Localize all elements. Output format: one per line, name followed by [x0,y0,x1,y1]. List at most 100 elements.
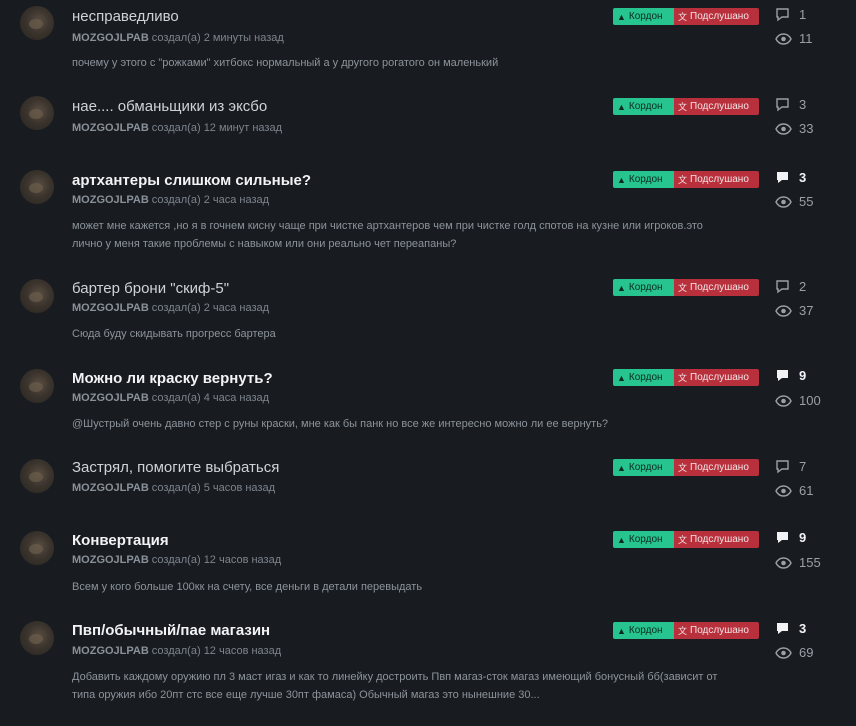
tag-kordon[interactable]: ▲ Кордон [613,171,674,188]
reply-count: 7 [775,459,806,474]
translate-icon: 文 [678,175,688,185]
timestamp: 2 минуты назад [203,32,284,44]
tag-kordon[interactable]: ▲ Кордон [613,459,674,476]
created-label: создал(а) [151,194,201,206]
created-label: создал(а) [151,32,201,44]
tag-label: Кордон [628,534,663,545]
topic-title[interactable]: Конвертация [72,532,169,549]
eye-icon [775,304,793,317]
tag-podslushano[interactable]: 文 Подслушано [674,531,759,548]
author-link[interactable]: MOZGOJLPAB [72,32,149,44]
reply-count-value: 9 [799,530,807,545]
tag-label: Подслушано [690,625,749,636]
tag-podslushano[interactable]: 文 Подслушано [674,622,759,639]
tag-label: Подслушано [690,534,749,545]
translate-icon: 文 [678,12,688,22]
avatar[interactable] [20,170,54,204]
tag-podslushano[interactable]: 文 Подслушано [674,8,759,25]
reply-count: 2 [775,279,806,294]
turtle-icon: ▲ [617,11,626,22]
tag-label: Кордон [628,282,663,293]
timestamp: 2 часа назад [203,302,270,314]
view-count: 37 [775,303,813,318]
avatar[interactable] [20,96,54,130]
tag-podslushano[interactable]: 文 Подслушано [674,98,759,115]
reply-count-value: 9 [799,368,807,383]
translate-icon: 文 [678,283,688,293]
tag-podslushano[interactable]: 文 Подслушано [674,369,759,386]
avatar[interactable] [20,531,54,565]
author-link[interactable]: MOZGOJLPAB [72,392,149,404]
tag-kordon[interactable]: ▲ Кордон [613,622,674,639]
speech-bubble-icon [775,459,793,474]
timestamp: 5 часов назад [203,482,275,494]
tag-label: Подслушано [690,174,749,185]
speech-bubble-icon [775,171,793,185]
turtle-icon: ▲ [617,534,626,545]
speech-bubble-icon [775,279,793,294]
topic-meta: MOZGOJLPAB создал(а) 12 минут назад [72,122,282,134]
timestamp: 4 часа назад [203,392,270,404]
topic-excerpt: может мне кажется ,но я в гочнем кисну ч… [72,220,703,250]
translate-icon: 文 [678,535,688,545]
tag-label: Кордон [628,625,663,636]
tag-group: ▲ Кордон 文 Подслушано [613,8,759,25]
tag-kordon[interactable]: ▲ Кордон [613,8,674,25]
author-link[interactable]: MOZGOJLPAB [72,482,149,494]
created-label: создал(а) [151,392,201,404]
tag-podslushano[interactable]: 文 Подслушано [674,171,759,188]
speech-bubble-icon [775,622,793,636]
translate-icon: 文 [678,102,688,112]
tag-kordon[interactable]: ▲ Кордон [613,369,674,386]
tag-kordon[interactable]: ▲ Кордон [613,279,674,296]
topic-meta: MOZGOJLPAB создал(а) 12 часов назад [72,645,281,657]
view-count-value: 155 [799,555,821,570]
tag-kordon[interactable]: ▲ Кордон [613,98,674,115]
turtle-icon: ▲ [617,372,626,383]
timestamp: 12 часов назад [203,554,282,566]
author-link[interactable]: MOZGOJLPAB [72,122,149,134]
translate-icon: 文 [678,463,688,473]
author-link[interactable]: MOZGOJLPAB [72,194,149,206]
view-count: 61 [775,483,813,498]
view-count-value: 55 [799,194,814,209]
reply-count-value: 3 [799,170,807,185]
topic-title[interactable]: бартер брони "скиф-5" [72,280,229,297]
avatar[interactable] [20,6,54,40]
tag-podslushano[interactable]: 文 Подслушано [674,279,759,296]
avatar[interactable] [20,459,54,493]
topic-title[interactable]: Застрял, помогите выбраться [72,459,279,476]
view-count: 55 [775,194,813,209]
avatar[interactable] [20,621,54,655]
reply-count: 1 [775,7,806,22]
tag-label: Подслушано [690,11,749,22]
tag-kordon[interactable]: ▲ Кордон [613,531,674,548]
tag-label: Кордон [628,11,663,22]
topic-meta: MOZGOJLPAB создал(а) 12 часов назад [72,554,281,566]
topic-title[interactable]: артхантеры слишком сильные? [72,172,311,189]
tag-podslushano[interactable]: 文 Подслушано [674,459,759,476]
created-label: создал(а) [151,554,201,566]
topic-excerpt: Всем у кого больше 100кк на счету, все д… [72,581,423,593]
topic-title[interactable]: нае.... обманьщики из эксбо [72,98,267,115]
view-count-value: 11 [799,31,813,46]
reply-count: 9 [775,530,806,545]
topic-excerpt: почему у этого с "рожками" хитбокс норма… [72,57,499,69]
avatar[interactable] [20,279,54,313]
avatar[interactable] [20,369,54,403]
author-link[interactable]: MOZGOJLPAB [72,645,149,657]
author-link[interactable]: MOZGOJLPAB [72,554,149,566]
tag-group: ▲ Кордон 文 Подслушано [613,459,759,476]
topic-meta: MOZGOJLPAB создал(а) 2 часа назад [72,302,269,314]
tag-group: ▲ Кордон 文 Подслушано [613,98,759,115]
author-link[interactable]: MOZGOJLPAB [72,302,149,314]
tag-label: Подслушано [690,372,749,383]
topic-title[interactable]: несправедливо [72,8,179,25]
turtle-icon: ▲ [617,462,626,473]
reply-count-value: 7 [799,459,807,474]
topic-title[interactable]: Пвп/обычный/пае магазин [72,622,270,639]
topic-title[interactable]: Можно ли краску вернуть? [72,370,273,387]
reply-count-value: 3 [799,97,807,112]
speech-bubble-icon [775,7,793,22]
topic-excerpt: @Шустрый очень давно стер с руны краски,… [72,418,609,430]
